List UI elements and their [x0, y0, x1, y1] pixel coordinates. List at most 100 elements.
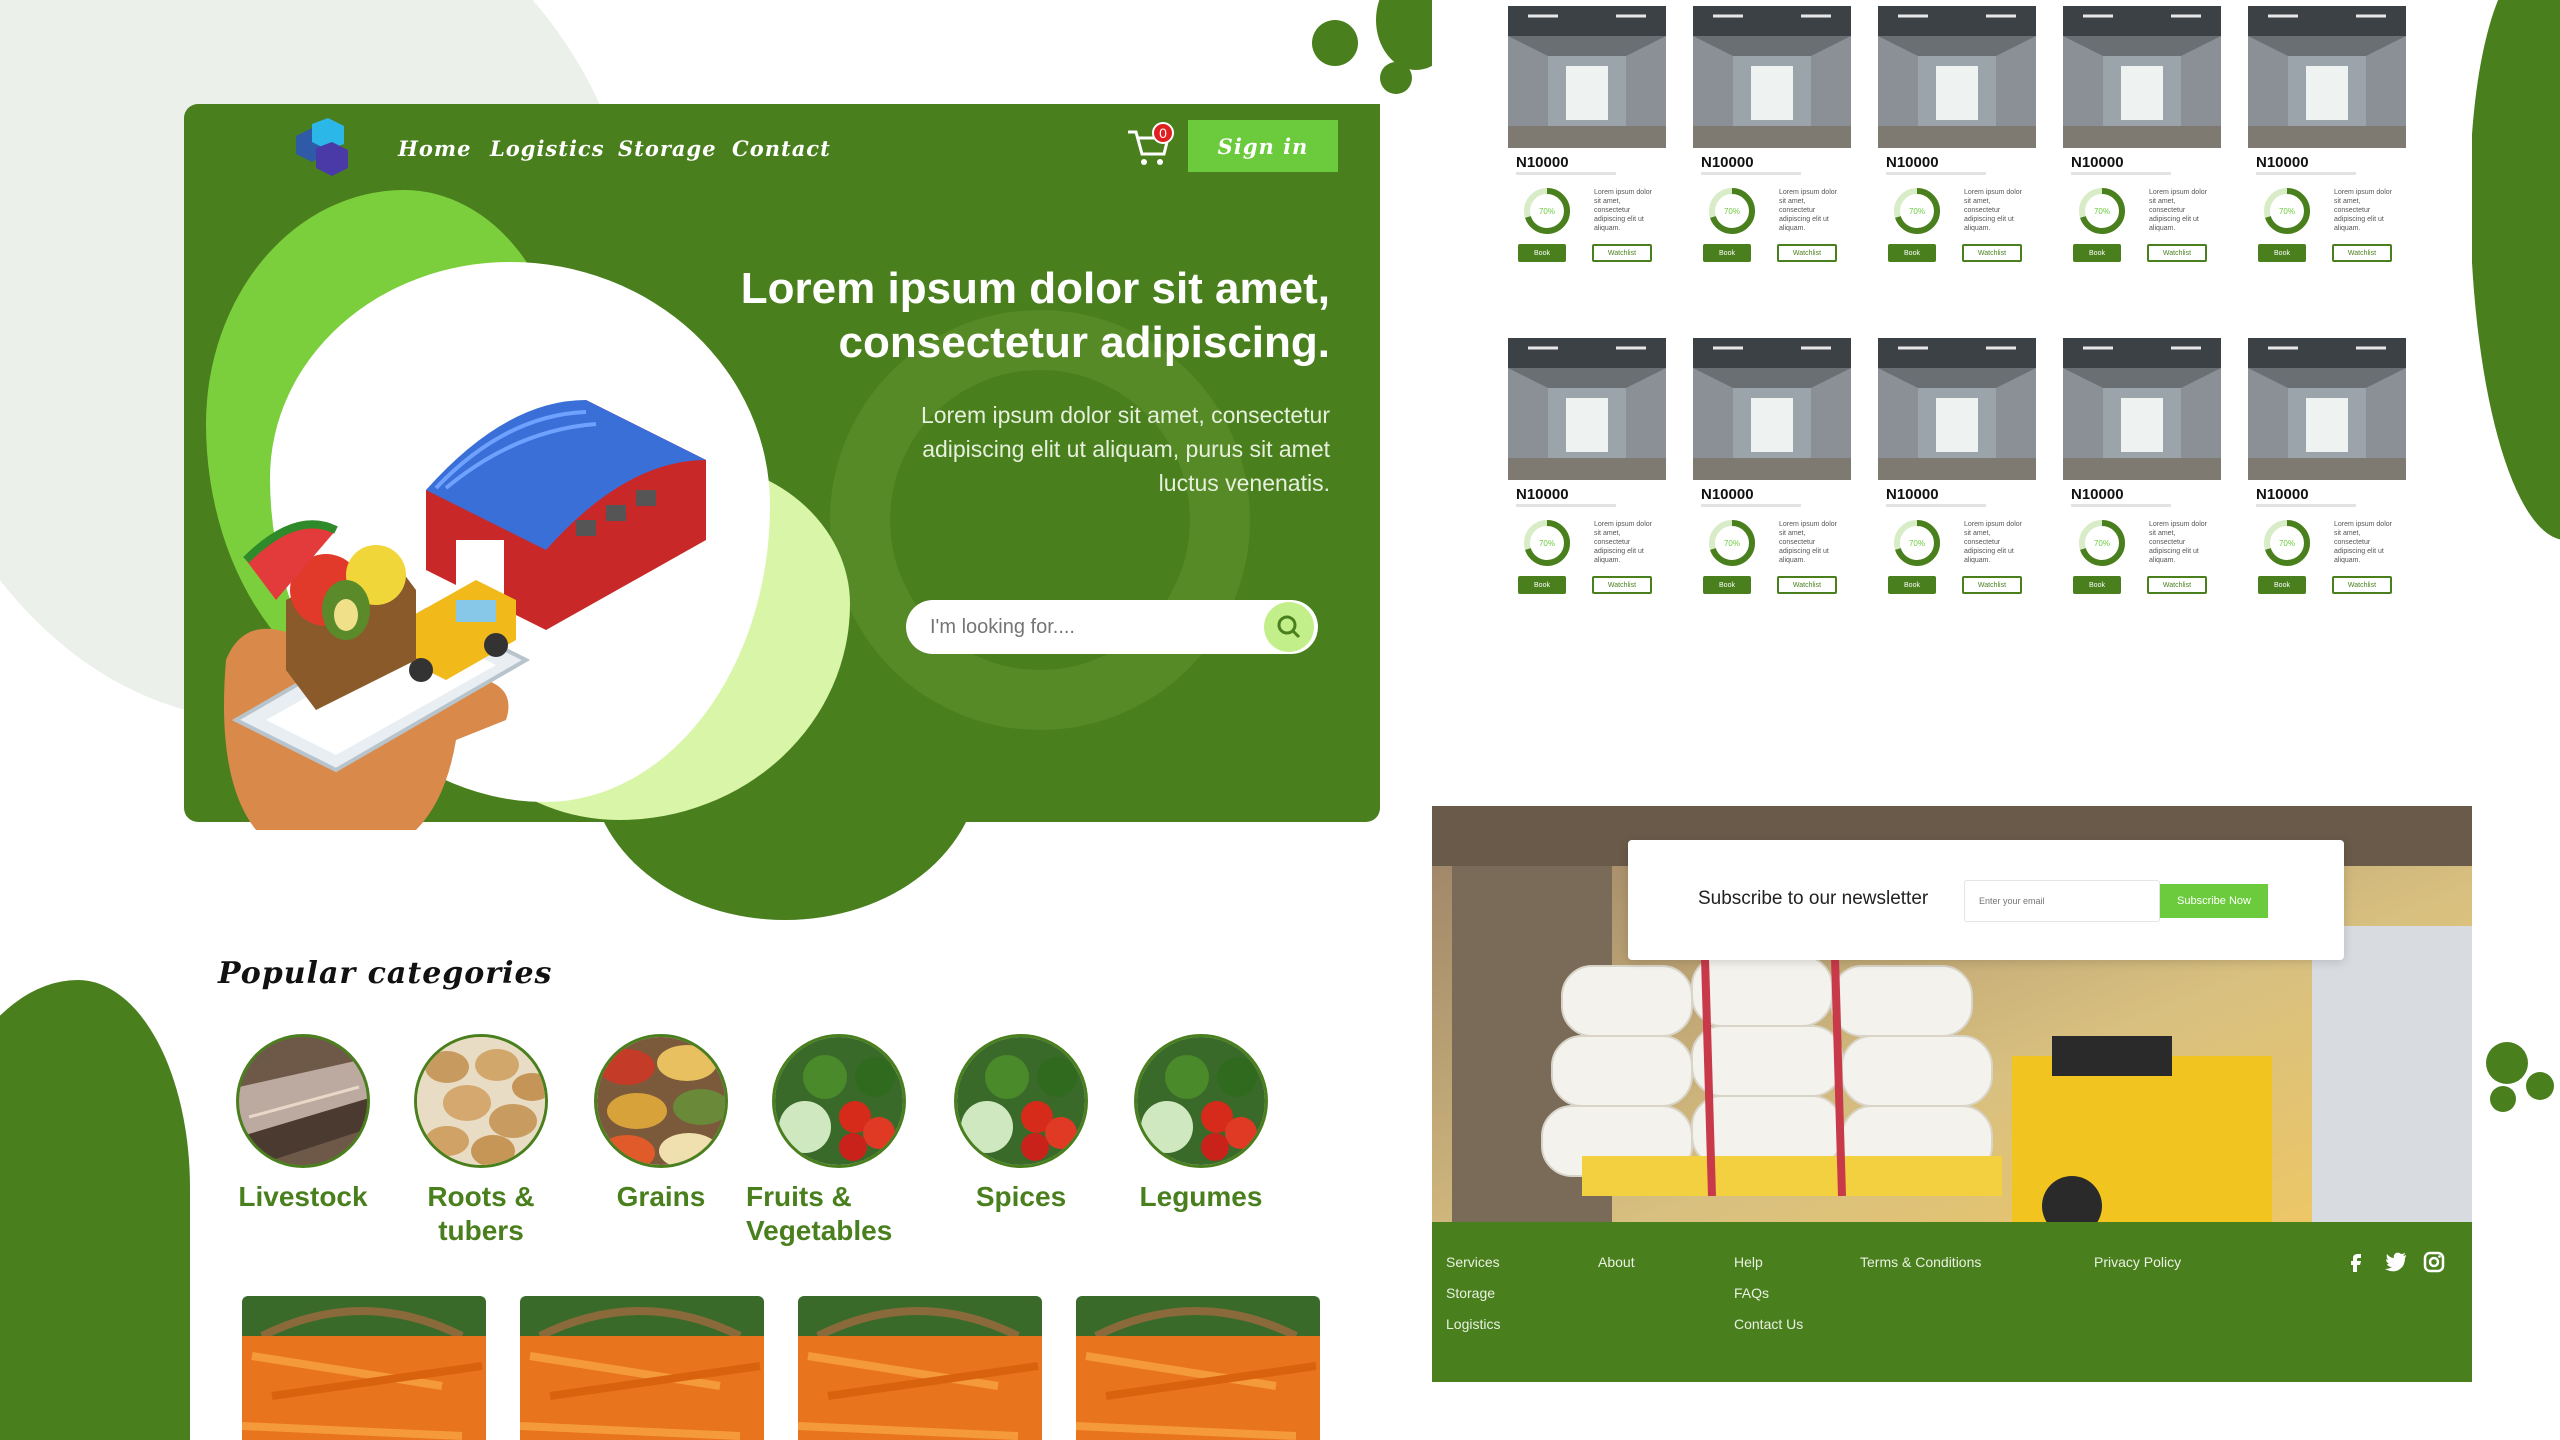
newsletter-email-input[interactable] — [1964, 880, 2160, 922]
warehouse-image[interactable] — [1878, 338, 2036, 480]
twitter-icon[interactable] — [2384, 1250, 2408, 1274]
listing-subtitle — [2071, 504, 2171, 507]
warehouse-image[interactable] — [1508, 6, 1666, 148]
category-roots-label[interactable]: Roots & tubers — [396, 1180, 566, 1248]
book-button[interactable]: Book — [2258, 576, 2306, 594]
book-button[interactable]: Book — [2073, 244, 2121, 262]
category-label-line: Legumes — [1139, 1181, 1263, 1212]
nav-contact-link[interactable]: Contact — [732, 136, 831, 161]
book-button[interactable]: Book — [1888, 244, 1936, 262]
watchlist-button[interactable]: Watchlist — [2332, 576, 2392, 594]
listing-card[interactable]: N10000 70% Lorem ipsum dolor sit amet, c… — [1878, 338, 2038, 608]
warehouse-image[interactable] — [2248, 338, 2406, 480]
occupancy-ring: 70% — [1709, 188, 1755, 234]
book-button[interactable]: Book — [1703, 576, 1751, 594]
book-button[interactable]: Book — [1888, 576, 1936, 594]
listing-card[interactable]: N10000 70% Lorem ipsum dolor sit amet, c… — [1693, 338, 1853, 608]
category-livestock-image[interactable] — [236, 1034, 370, 1168]
footer-link-contact-us[interactable]: Contact Us — [1734, 1316, 1803, 1332]
listing-card[interactable]: N10000 70% Lorem ipsum dolor sit amet, c… — [2063, 338, 2223, 608]
watchlist-button[interactable]: Watchlist — [1592, 244, 1652, 262]
book-button[interactable]: Book — [2073, 576, 2121, 594]
product-image[interactable] — [520, 1296, 764, 1440]
category-grains-image[interactable] — [594, 1034, 728, 1168]
listing-card[interactable]: N10000 70% Lorem ipsum dolor sit amet, c… — [2248, 338, 2408, 608]
subscribe-button[interactable]: Subscribe Now — [2160, 884, 2268, 918]
search-input[interactable] — [930, 612, 1250, 642]
listing-price: N10000 — [2071, 486, 2124, 503]
category-fruits-vegetables-image[interactable] — [772, 1034, 906, 1168]
category-label-line: Vegetables — [746, 1215, 893, 1246]
warehouse-interior-photo — [1878, 6, 2036, 148]
footer-link-storage[interactable]: Storage — [1446, 1285, 1495, 1301]
watchlist-button[interactable]: Watchlist — [2332, 244, 2392, 262]
category-livestock-label[interactable]: Livestock — [218, 1180, 388, 1214]
watchlist-button[interactable]: Watchlist — [1962, 576, 2022, 594]
newsletter-label: Subscribe to our newsletter — [1698, 888, 1929, 909]
listing-subtitle — [1516, 504, 1616, 507]
instagram-icon[interactable] — [2422, 1250, 2446, 1274]
footer-link-services[interactable]: Services — [1446, 1254, 1500, 1270]
category-roots-image[interactable] — [414, 1034, 548, 1168]
watchlist-button[interactable]: Watchlist — [1777, 576, 1837, 594]
decor-dot — [1380, 62, 1412, 94]
book-button[interactable]: Book — [1518, 576, 1566, 594]
warehouse-image[interactable] — [2248, 6, 2406, 148]
nav-home-link[interactable]: Home — [398, 136, 471, 161]
hero-title: Lorem ipsum dolor sit amet, consectetur … — [620, 262, 1330, 370]
category-legumes-image[interactable] — [1134, 1034, 1268, 1168]
warehouse-image[interactable] — [2063, 6, 2221, 148]
listing-card[interactable]: N10000 70% Lorem ipsum dolor sit amet, c… — [2248, 6, 2408, 276]
product-image[interactable] — [798, 1296, 1042, 1440]
nav-logistics-link[interactable]: Logistics — [490, 136, 605, 161]
watchlist-button[interactable]: Watchlist — [1777, 244, 1837, 262]
category-spices-label[interactable]: Spices — [936, 1180, 1106, 1214]
footer-link-logistics[interactable]: Logistics — [1446, 1316, 1500, 1332]
warehouse-image[interactable] — [1508, 338, 1666, 480]
search-button[interactable] — [1264, 602, 1314, 652]
logo-icon[interactable] — [290, 118, 354, 178]
category-label-line: tubers — [438, 1215, 524, 1246]
footer-link-faqs[interactable]: FAQs — [1734, 1285, 1769, 1301]
listing-card[interactable]: N10000 70% Lorem ipsum dolor sit amet, c… — [2063, 6, 2223, 276]
watchlist-button[interactable]: Watchlist — [1962, 244, 2022, 262]
listing-description: Lorem ipsum dolor sit amet, consectetur … — [1964, 189, 2022, 232]
book-button[interactable]: Book — [2258, 244, 2306, 262]
nav-storage-link[interactable]: Storage — [618, 136, 717, 161]
hero-subtitle: Lorem ipsum dolor sit amet, consectetur … — [840, 398, 1330, 500]
carrots-photo — [242, 1296, 486, 1440]
watchlist-button[interactable]: Watchlist — [1592, 576, 1652, 594]
footer-link-about[interactable]: About — [1598, 1254, 1635, 1270]
footer-link-help[interactable]: Help — [1734, 1254, 1763, 1270]
listing-card[interactable]: N10000 70% Lorem ipsum dolor sit amet, c… — [1508, 6, 1668, 276]
warehouse-image[interactable] — [1878, 6, 2036, 148]
listing-subtitle — [2256, 504, 2356, 507]
category-grains-label[interactable]: Grains — [576, 1180, 746, 1214]
background-blob-green — [2470, 0, 2560, 540]
warehouse-image[interactable] — [1693, 6, 1851, 148]
listing-card[interactable]: N10000 70% Lorem ipsum dolor sit amet, c… — [1508, 338, 1668, 608]
category-spices-image[interactable] — [954, 1034, 1088, 1168]
occupancy-label: 70% — [1909, 539, 1925, 548]
watchlist-button[interactable]: Watchlist — [2147, 244, 2207, 262]
facebook-icon[interactable] — [2344, 1250, 2368, 1274]
listing-price: N10000 — [2256, 486, 2309, 503]
book-button[interactable]: Book — [1518, 244, 1566, 262]
product-image[interactable] — [242, 1296, 486, 1440]
warehouse-interior-photo — [1508, 6, 1666, 148]
listing-card[interactable]: N10000 70% Lorem ipsum dolor sit amet, c… — [1878, 6, 2038, 276]
occupancy-ring: 70% — [2264, 520, 2310, 566]
footer-link-terms[interactable]: Terms & Conditions — [1860, 1254, 1981, 1270]
watchlist-button[interactable]: Watchlist — [2147, 576, 2207, 594]
category-legumes-label[interactable]: Legumes — [1116, 1180, 1286, 1214]
categories-heading: Popular categories — [218, 956, 553, 991]
warehouse-image[interactable] — [2063, 338, 2221, 480]
listing-card[interactable]: N10000 70% Lorem ipsum dolor sit amet, c… — [1693, 6, 1853, 276]
category-fruits-vegetables-label[interactable]: Fruits & Vegetables — [746, 1180, 926, 1248]
sign-in-button[interactable]: Sign in — [1188, 120, 1338, 172]
footer-link-privacy[interactable]: Privacy Policy — [2094, 1254, 2181, 1270]
book-button[interactable]: Book — [1703, 244, 1751, 262]
product-image[interactable] — [1076, 1296, 1320, 1440]
warehouse-image[interactable] — [1693, 338, 1851, 480]
listing-description: Lorem ipsum dolor sit amet, consectetur … — [2334, 189, 2392, 232]
